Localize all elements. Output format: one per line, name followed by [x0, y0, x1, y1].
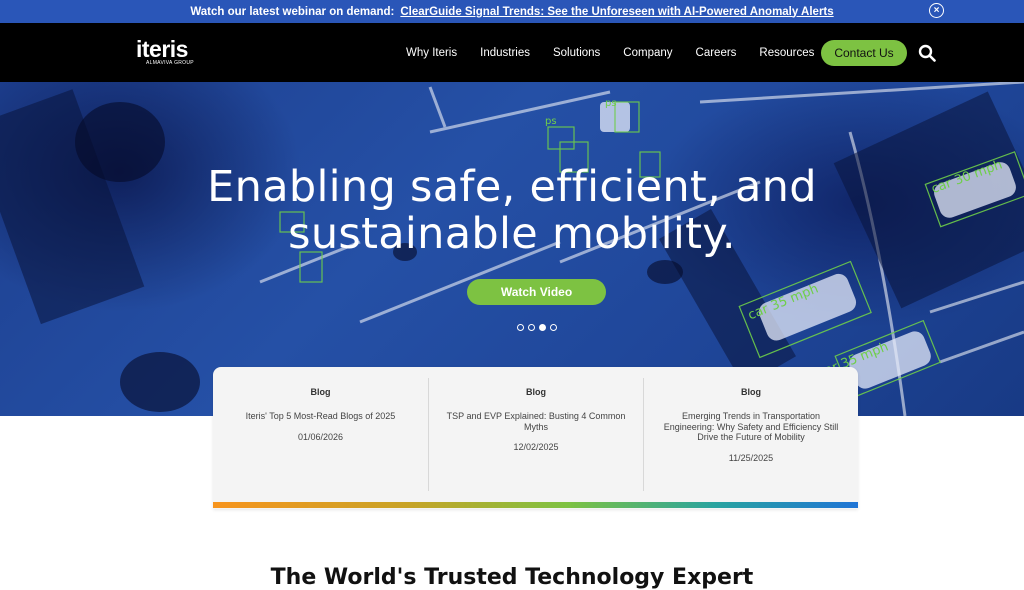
card-date: 12/02/2025: [513, 442, 559, 452]
nav-item-resources[interactable]: Resources: [759, 47, 814, 59]
announcement-bar: Watch our latest webinar on demand: Clea…: [0, 0, 1024, 23]
announcement-link[interactable]: ClearGuide Signal Trends: See the Unfore…: [400, 6, 833, 18]
card-category: Blog: [310, 387, 331, 397]
card-title[interactable]: Iteris' Top 5 Most-Read Blogs of 2025: [229, 411, 412, 422]
logo-wordmark: iteris: [136, 36, 188, 62]
carousel-dot-2[interactable]: [528, 324, 535, 331]
carousel-dots: [517, 324, 557, 331]
blog-card-3[interactable]: Blog Emerging Trends in Transportation E…: [643, 378, 858, 491]
nav-item-why-iteris[interactable]: Why Iteris: [406, 47, 457, 59]
hero-headline: Enabling safe, efficient, and sustainabl…: [0, 164, 1024, 258]
card-title[interactable]: Emerging Trends in Transportation Engine…: [660, 411, 842, 443]
announcement-prefix: Watch our latest webinar on demand:: [190, 5, 395, 18]
gradient-divider: [213, 502, 858, 508]
nav-item-solutions[interactable]: Solutions: [553, 47, 600, 59]
iteris-logo[interactable]: iteris ALMAVIVA GROUP: [136, 36, 194, 67]
hero-headline-line2: sustainable mobility.: [288, 209, 736, 259]
card-date: 01/06/2026: [297, 431, 344, 442]
carousel-dot-1[interactable]: [517, 324, 524, 331]
logo-subtitle: ALMAVIVA GROUP: [146, 60, 194, 66]
nav-menu: Why Iteris Industries Solutions Company …: [406, 23, 837, 82]
watch-video-button[interactable]: Watch Video: [467, 279, 606, 305]
carousel-dot-4[interactable]: [550, 324, 557, 331]
contact-us-button[interactable]: Contact Us: [821, 40, 907, 66]
card-title[interactable]: TSP and EVP Explained: Busting 4 Common …: [445, 411, 627, 432]
card-category: Blog: [741, 387, 761, 397]
nav-item-careers[interactable]: Careers: [696, 47, 737, 59]
blog-cards: Blog Iteris' Top 5 Most-Read Blogs of 20…: [213, 367, 858, 509]
overlay-label-5: ps: [545, 116, 557, 127]
hero-banner: car 30 mph car 35 mph car 35 mph ps ps E…: [0, 82, 1024, 416]
search-icon[interactable]: [918, 44, 936, 67]
blog-card-1[interactable]: Blog Iteris' Top 5 Most-Read Blogs of 20…: [213, 367, 428, 502]
nav-item-industries[interactable]: Industries: [480, 47, 530, 59]
carousel-dot-3[interactable]: [539, 324, 546, 331]
nav-item-company[interactable]: Company: [623, 47, 672, 59]
blog-card-2[interactable]: Blog TSP and EVP Explained: Busting 4 Co…: [428, 378, 643, 491]
main-navigation: iteris ALMAVIVA GROUP Why Iteris Industr…: [0, 23, 1024, 82]
section-title: The World's Trusted Technology Expert: [270, 565, 754, 590]
hero-headline-line1: Enabling safe, efficient, and: [207, 162, 817, 212]
overlay-label-4: ps: [605, 98, 617, 109]
card-date: 11/25/2025: [728, 452, 774, 463]
card-category: Blog: [526, 387, 546, 397]
close-icon[interactable]: ×: [929, 3, 944, 18]
